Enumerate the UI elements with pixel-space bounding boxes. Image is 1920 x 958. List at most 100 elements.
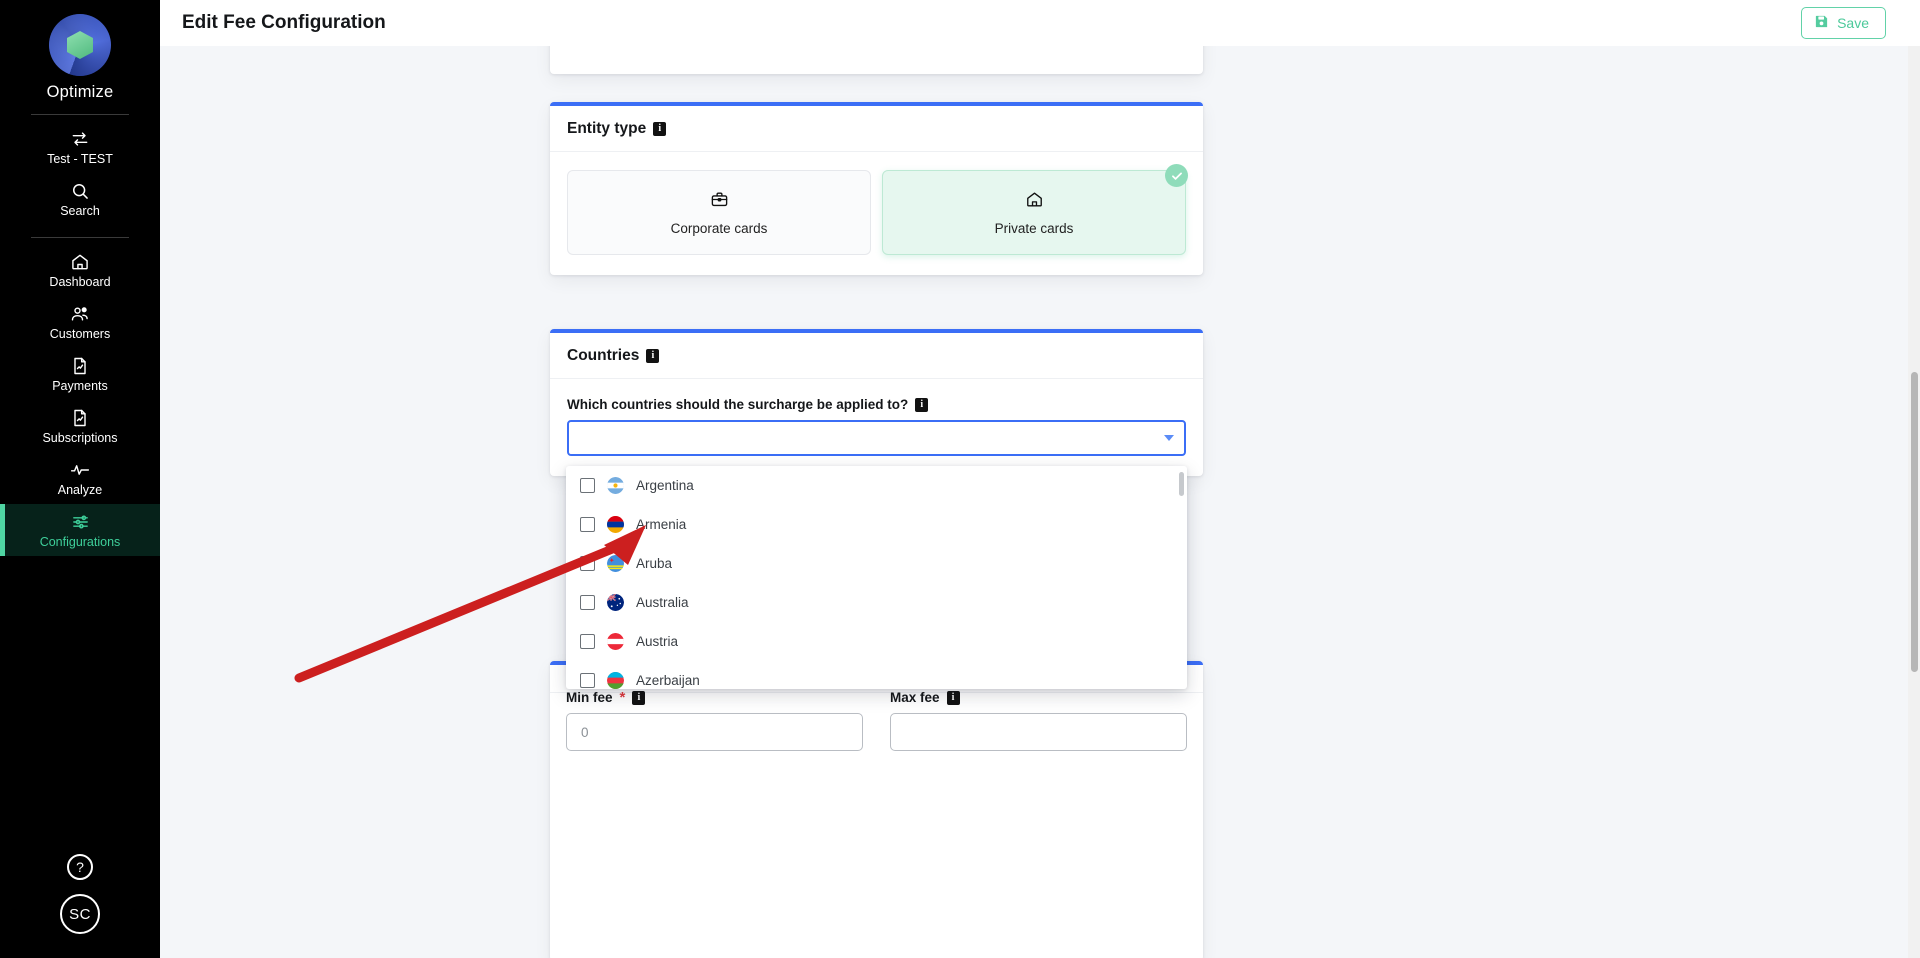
countries-body: Which countries should the surcharge be … (550, 379, 1203, 476)
page-scrollbar-thumb[interactable] (1911, 372, 1918, 672)
avatar-initials: SC (69, 905, 91, 923)
document-icon (70, 408, 90, 428)
list-item[interactable]: Argentina (566, 466, 1187, 505)
dropdown-scrollbar-thumb[interactable] (1179, 472, 1184, 496)
sidebar-footer: ? SC (60, 854, 100, 958)
entity-option-label: Corporate cards (670, 220, 768, 236)
countries-card: Countries i Which countries should the s… (550, 329, 1203, 476)
entity-type-title: Entity type i (567, 120, 1186, 138)
page-scrollbar[interactable] (1908, 46, 1920, 958)
main-content: Edit Fee Configuration Save Entity type … (160, 0, 1920, 958)
sidebar-item-label: Customers (49, 327, 111, 341)
min-fee-field: Min fee * i 0 (566, 690, 863, 751)
flag-ar-icon (607, 477, 624, 494)
checkbox-icon[interactable] (580, 673, 595, 688)
help-icon[interactable]: ? (67, 854, 93, 880)
flag-az-icon (607, 672, 624, 689)
topbar: Edit Fee Configuration Save (160, 0, 1920, 46)
save-floppy-icon (1814, 14, 1829, 32)
list-item-label: Azerbaijan (636, 673, 700, 688)
list-item[interactable]: Azerbaijan (566, 661, 1187, 689)
sidebar-item-label: Analyze (57, 483, 103, 497)
flag-at-icon (607, 633, 624, 650)
sidebar-item-analyze[interactable]: Analyze (0, 452, 160, 504)
list-item-label: Argentina (636, 478, 694, 493)
checkbox-icon[interactable] (580, 478, 595, 493)
help-label: ? (76, 859, 84, 875)
optimize-logo-icon (48, 14, 111, 76)
countries-header: Countries i (550, 333, 1203, 379)
save-label: Save (1837, 15, 1869, 31)
checkbox-icon[interactable] (580, 595, 595, 610)
sidebar-item-label: Configurations (39, 535, 121, 549)
checkbox-icon[interactable] (580, 556, 595, 571)
list-item[interactable]: Australia (566, 583, 1187, 622)
max-fee-label: Max fee i (890, 690, 1187, 705)
entity-option-private-cards[interactable]: Private cards (882, 164, 1188, 255)
users-icon (70, 304, 90, 324)
list-item[interactable]: Armenia (566, 505, 1187, 544)
home-icon (70, 252, 90, 272)
info-icon[interactable]: i (646, 349, 660, 363)
info-icon[interactable]: i (653, 122, 667, 136)
sidebar-item-label: Test - TEST (47, 152, 113, 166)
pulse-icon (69, 460, 91, 480)
brand[interactable]: Optimize (47, 0, 114, 102)
search-icon (70, 181, 90, 201)
flag-am-icon (607, 516, 624, 533)
entity-option-corporate-cards[interactable]: Corporate cards (567, 170, 871, 255)
sidebar: Optimize Test - TEST Search Dashboard Cu… (0, 0, 160, 958)
dropdown-scrollbar[interactable] (1179, 471, 1184, 684)
min-fee-label-text: Min fee (566, 690, 613, 705)
home-icon (1025, 190, 1044, 214)
info-icon[interactable]: i (632, 690, 646, 705)
brand-name: Optimize (46, 83, 114, 101)
min-fee-label: Min fee * i (566, 690, 863, 705)
entity-type-header: Entity type i (550, 106, 1203, 152)
countries-title-text: Countries (567, 347, 640, 364)
max-fee-field: Max fee i (890, 690, 1187, 751)
countries-question-label: Which countries should the surcharge be … (567, 397, 1186, 412)
sidebar-item-test[interactable]: Test - TEST (0, 121, 160, 173)
sidebar-item-configurations[interactable]: Configurations (0, 504, 160, 556)
sidebar-item-search[interactable]: Search (0, 173, 160, 225)
save-button[interactable]: Save (1801, 7, 1886, 39)
list-item[interactable]: Aruba (566, 544, 1187, 583)
list-item-label: Aruba (636, 556, 673, 571)
briefcase-icon (710, 190, 729, 214)
countries-question-text: Which countries should the surcharge be … (567, 397, 909, 412)
list-item[interactable]: Austria (566, 622, 1187, 661)
flag-au-icon (607, 594, 624, 611)
sidebar-item-label: Search (60, 204, 100, 218)
info-icon[interactable]: i (946, 690, 960, 705)
countries-title: Countries i (567, 347, 1186, 365)
checkbox-icon[interactable] (580, 517, 595, 532)
list-item-label: Australia (636, 595, 689, 610)
check-badge-icon (1165, 164, 1188, 187)
flag-aw-icon (607, 555, 624, 572)
entity-type-options: Corporate cards Private cards (567, 164, 1188, 255)
sidebar-item-dashboard[interactable]: Dashboard (0, 244, 160, 296)
min-fee-input[interactable]: 0 (566, 713, 863, 751)
required-asterisk: * (619, 689, 626, 706)
avatar[interactable]: SC (60, 894, 100, 934)
list-item-label: Austria (636, 634, 679, 649)
fee-fields-row: Min fee * i 0 Max fee i (566, 690, 1187, 751)
sidebar-item-subscriptions[interactable]: Subscriptions (0, 400, 160, 452)
sidebar-item-payments[interactable]: Payments (0, 348, 160, 400)
sidebar-divider-mid (31, 237, 129, 238)
countries-select[interactable] (567, 420, 1186, 456)
entity-type-body: Corporate cards Private cards (550, 152, 1203, 275)
countries-dropdown[interactable]: Argentina Armenia Aruba Australia Austri… (566, 466, 1187, 689)
swap-arrows-icon (70, 129, 90, 149)
min-fee-placeholder: 0 (581, 724, 589, 740)
entity-type-card: Entity type i Corporate cards Private ca… (550, 102, 1203, 275)
max-fee-label-text: Max fee (890, 690, 940, 705)
sidebar-item-label: Payments (52, 379, 108, 393)
chevron-down-icon[interactable] (1164, 435, 1174, 441)
info-icon[interactable]: i (915, 397, 929, 412)
checkbox-icon[interactable] (580, 634, 595, 649)
sidebar-item-customers[interactable]: Customers (0, 296, 160, 348)
max-fee-input[interactable] (890, 713, 1187, 751)
list-item-label: Armenia (636, 517, 687, 532)
